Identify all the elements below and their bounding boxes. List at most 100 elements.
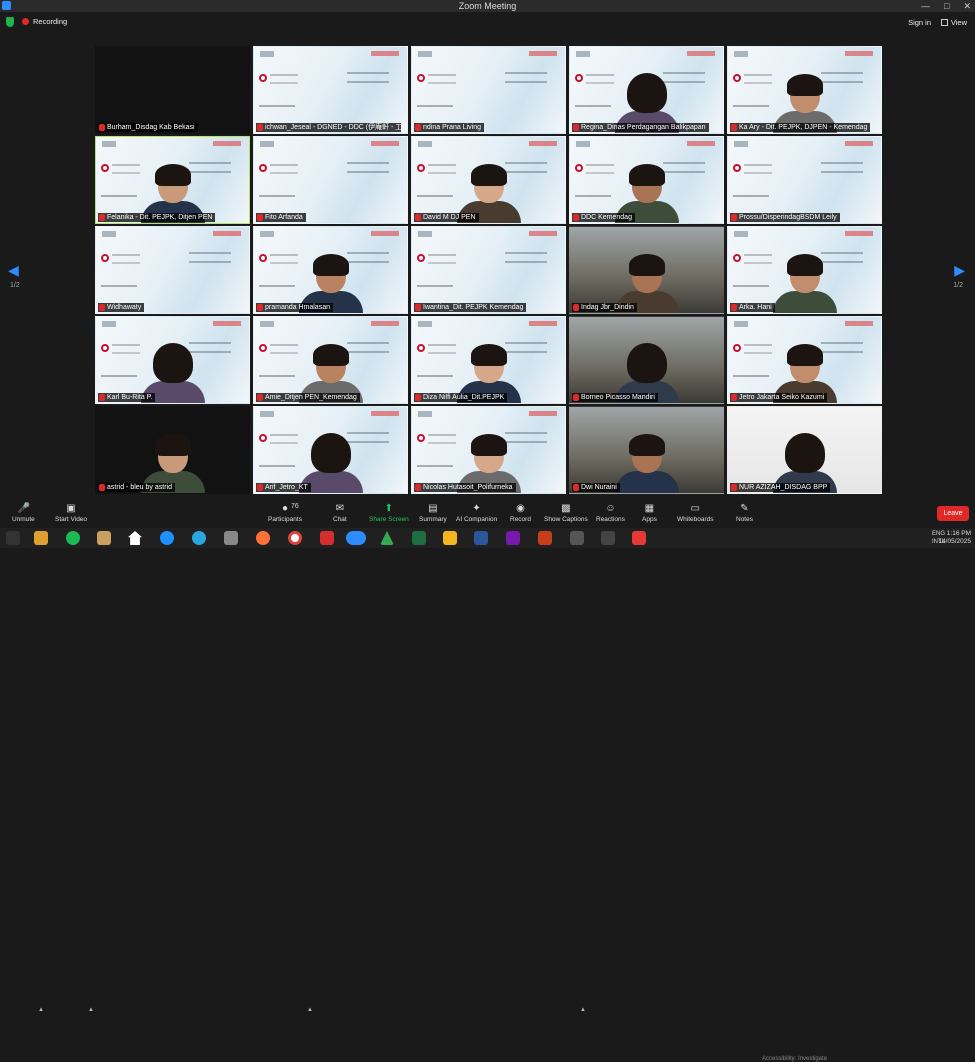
page-indicator-right: 1/2 bbox=[953, 282, 963, 289]
slide-lines bbox=[428, 344, 456, 354]
firefox-icon[interactable] bbox=[256, 531, 270, 545]
slide-date bbox=[101, 375, 137, 381]
captions-chevron-icon[interactable]: ▲ bbox=[580, 1007, 586, 1013]
participant-name-label: Karl Bu-Rita P. bbox=[98, 393, 156, 402]
participant-tile[interactable]: Arka. Hani bbox=[727, 226, 882, 314]
participant-name-label: pramanda Hmalasan bbox=[256, 303, 333, 312]
app-icon-4[interactable] bbox=[570, 531, 584, 545]
participant-name-label: Borneo Picasso Mandiri bbox=[572, 393, 658, 402]
word-icon[interactable] bbox=[474, 531, 488, 545]
unmute-button[interactable]: 🎤 Unmute bbox=[12, 500, 35, 523]
previous-page-icon[interactable]: ◀ bbox=[8, 262, 19, 279]
whiteboards-button[interactable]: ▭ Whiteboards bbox=[677, 500, 714, 523]
participant-name-label: astrid - bleu by astrid bbox=[98, 483, 175, 492]
participant-tile[interactable]: Ka Ary - Dit. PEJPK, DJPEN - Kemendag bbox=[727, 46, 882, 134]
participant-video bbox=[614, 434, 679, 493]
slide-logo bbox=[260, 411, 274, 417]
security-shield-icon[interactable] bbox=[6, 17, 14, 27]
notes-button[interactable]: ✎ Notes bbox=[736, 500, 753, 523]
view-button[interactable]: View bbox=[940, 18, 967, 27]
participant-tile[interactable]: Diza Nilfi Aulia_Dit.PEJPK bbox=[411, 316, 566, 404]
participant-tile[interactable]: DDC Kemendag bbox=[569, 136, 724, 224]
slide-lines bbox=[270, 254, 298, 264]
audio-options-chevron-icon[interactable]: ▲ bbox=[38, 1007, 44, 1013]
participant-tile[interactable]: ichwan_Jeseal - DGNED - DDC (伊庵軒 - 工 bbox=[253, 46, 408, 134]
participant-tile[interactable]: Prossu/DisperindagBSDM Leily bbox=[727, 136, 882, 224]
app-icon-1[interactable] bbox=[97, 531, 111, 545]
participant-tile[interactable]: Borneo Picasso Mandiri bbox=[569, 316, 724, 404]
maximize-icon[interactable]: □ bbox=[944, 0, 949, 12]
slide-tag bbox=[529, 321, 557, 326]
participant-tile[interactable]: Fito Arfanda bbox=[253, 136, 408, 224]
participant-tile[interactable]: Karl Bu-Rita P. bbox=[95, 316, 250, 404]
excel-icon[interactable] bbox=[412, 531, 426, 545]
participant-tile[interactable]: Amie_Ditjen PEN_Kemendag bbox=[253, 316, 408, 404]
window-controls: — □ ✕ bbox=[921, 0, 971, 12]
participant-name: Arka. Hani bbox=[739, 304, 772, 311]
record-dot-icon bbox=[22, 18, 29, 25]
participant-name-label: Arif_Jetro_KT bbox=[256, 483, 311, 492]
slide-logo bbox=[734, 51, 748, 57]
participant-name: Regina_Dinas Perdagangan Balikpapan bbox=[581, 124, 706, 131]
edge-browser-icon[interactable] bbox=[160, 531, 174, 545]
slide-lines bbox=[744, 74, 772, 84]
participant-tile[interactable]: Dwi Nuraini bbox=[569, 406, 724, 494]
ai-companion-button[interactable]: ✦ AI Companion bbox=[456, 500, 497, 523]
show-captions-button[interactable]: ▩ Show Captions bbox=[544, 500, 588, 523]
signin-button[interactable]: Sign in bbox=[908, 18, 931, 27]
video-options-chevron-icon[interactable]: ▲ bbox=[88, 1007, 94, 1013]
chrome-icon[interactable] bbox=[288, 531, 302, 545]
participant-tile[interactable]: Felanika - Dit. PEJPK, Ditjen PEN bbox=[95, 136, 250, 224]
participant-tile[interactable]: Burham_Disdag Kab Bekasi bbox=[95, 46, 250, 134]
start-menu-icon[interactable] bbox=[6, 531, 20, 545]
minimize-icon[interactable]: — bbox=[921, 0, 930, 12]
file-explorer-icon[interactable] bbox=[443, 531, 457, 545]
slide-tag bbox=[213, 231, 241, 236]
participant-tile[interactable]: astrid - bleu by astrid bbox=[95, 406, 250, 494]
participant-tile[interactable]: Jetro Jakarta Seiko Kazumi bbox=[727, 316, 882, 404]
zoom-taskbar-icon[interactable] bbox=[346, 531, 366, 545]
onenote-icon[interactable] bbox=[506, 531, 520, 545]
leave-button[interactable]: Leave bbox=[937, 506, 969, 521]
participants-chevron-icon[interactable]: ▲ bbox=[307, 1007, 313, 1013]
apps-button[interactable]: ▦ Apps bbox=[642, 500, 657, 523]
acrobat-icon[interactable] bbox=[320, 531, 334, 545]
muted-mic-icon bbox=[573, 394, 579, 401]
participant-tile[interactable]: NUR AZIZAH_DISDAG BPP bbox=[727, 406, 882, 494]
muted-mic-icon bbox=[415, 484, 421, 491]
slide-title bbox=[821, 162, 863, 173]
participant-tile[interactable]: Regina_Dinas Perdagangan Balikpapan bbox=[569, 46, 724, 134]
participant-tile[interactable]: Indag Jbr_Dindin bbox=[569, 226, 724, 314]
slide-circle bbox=[259, 74, 267, 82]
next-page-icon[interactable]: ▶ bbox=[954, 262, 965, 279]
media-player-icon[interactable] bbox=[34, 531, 48, 545]
participants-icon: ● bbox=[281, 503, 288, 514]
close-icon[interactable]: ✕ bbox=[963, 0, 971, 12]
system-clock[interactable]: 1:16 PM 14/05/2025 bbox=[938, 530, 971, 546]
summary-button[interactable]: ▤ Summary bbox=[419, 500, 447, 523]
app-icon-3[interactable] bbox=[224, 531, 238, 545]
participant-tile[interactable]: Nicolas Hutasoit_Polifurneka bbox=[411, 406, 566, 494]
wps-icon[interactable] bbox=[632, 531, 646, 545]
record-button[interactable]: ◉ Record bbox=[510, 500, 531, 523]
app-icon-5[interactable] bbox=[601, 531, 615, 545]
app-icon-2[interactable] bbox=[192, 531, 206, 545]
chat-button[interactable]: ✉ Chat bbox=[333, 500, 347, 523]
reactions-button[interactable]: ☺ Reactions bbox=[596, 500, 625, 523]
drive-icon[interactable] bbox=[380, 531, 394, 545]
share-screen-button[interactable]: ⬆ Share Screen bbox=[369, 500, 409, 523]
participant-name-label: Felanika - Dit. PEJPK, Ditjen PEN bbox=[98, 213, 216, 222]
participant-tile[interactable]: Iwantina_Dit. PEJPK Kemendag bbox=[411, 226, 566, 314]
participant-tile[interactable]: David M DJ PEN bbox=[411, 136, 566, 224]
participant-tile[interactable]: pramanda Hmalasan bbox=[253, 226, 408, 314]
participant-tile[interactable]: ndina Prana Living bbox=[411, 46, 566, 134]
spotify-icon[interactable] bbox=[66, 531, 80, 545]
participant-name: astrid - bleu by astrid bbox=[107, 484, 172, 491]
participant-tile[interactable]: Widhawaty bbox=[95, 226, 250, 314]
recording-indicator[interactable]: Recording bbox=[22, 17, 67, 26]
participant-tile[interactable]: Arif_Jetro_KT bbox=[253, 406, 408, 494]
powerpoint-icon[interactable] bbox=[538, 531, 552, 545]
slide-circle bbox=[259, 254, 267, 262]
home-icon[interactable] bbox=[128, 531, 142, 545]
start-video-button[interactable]: ▣ Start Video bbox=[55, 500, 87, 523]
